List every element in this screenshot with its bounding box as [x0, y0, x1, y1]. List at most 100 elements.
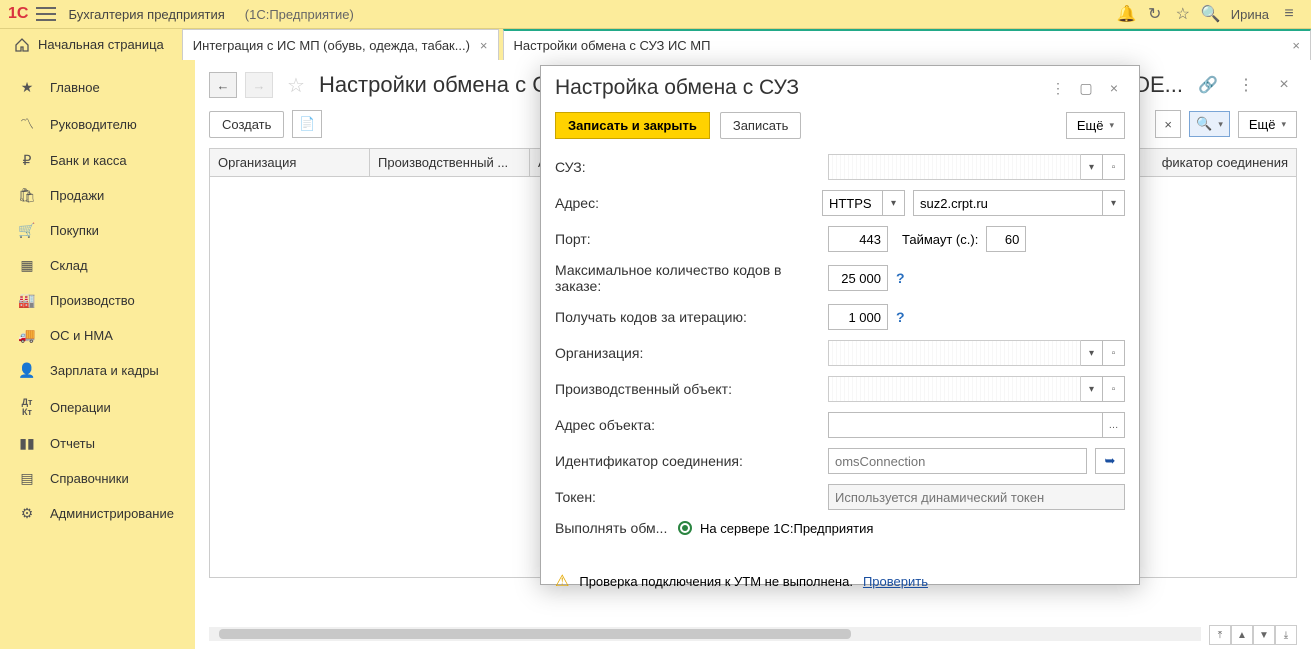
sidebar-item-label: ОС и НМА [50, 328, 113, 343]
list-down-icon[interactable]: ▼ [1253, 625, 1275, 645]
chart-icon: 〽 [18, 114, 36, 134]
tab-home-label: Начальная страница [38, 37, 164, 52]
save-button[interactable]: Записать [720, 112, 802, 139]
app-topbar: 1C Бухгалтерия предприятия (1С:Предприят… [0, 0, 1311, 28]
sidebar: ★Главное 〽Руководителю ₽Банк и касса 🛍Пр… [0, 60, 195, 649]
sidebar-item-refs[interactable]: ▤Справочники [0, 461, 195, 496]
dropdown-icon[interactable]: ▾ [1081, 340, 1103, 366]
search-dropdown-button[interactable]: 🔍▾ [1189, 111, 1230, 137]
truck-icon: 🚚 [18, 327, 36, 344]
close-icon[interactable]: × [1292, 38, 1300, 53]
open-icon[interactable]: ▫ [1103, 154, 1125, 180]
star-icon[interactable]: ☆ [1169, 2, 1197, 26]
link-icon[interactable]: 🔗 [1195, 72, 1221, 98]
maximize-icon[interactable]: ▢ [1075, 77, 1097, 99]
bag-icon: 🛍 [18, 187, 36, 204]
radio-server[interactable] [678, 521, 692, 535]
nav-back-button[interactable]: ← [209, 72, 237, 98]
bell-icon[interactable]: 🔔 [1113, 2, 1141, 26]
prodobj-input[interactable] [828, 376, 1081, 402]
book-icon: ▤ [18, 470, 36, 487]
window-menu-icon[interactable]: ≡ [1275, 2, 1303, 26]
dropdown-icon[interactable]: ▾ [1081, 154, 1103, 180]
sidebar-item-main[interactable]: ★Главное [0, 70, 195, 105]
close-icon[interactable]: × [480, 38, 488, 53]
dialog-suz-settings: Настройка обмена с СУЗ ⋮ ▢ × Записать и … [540, 65, 1140, 585]
history-icon[interactable]: ↻ [1141, 2, 1169, 26]
ellipsis-icon[interactable]: … [1103, 412, 1125, 438]
org-input[interactable] [828, 340, 1081, 366]
sidebar-item-assets[interactable]: 🚚 ОС и НМА [0, 318, 195, 353]
sidebar-item-purchases[interactable]: 🛒Покупки [0, 213, 195, 248]
list-bottom-icon[interactable]: ⤓ [1275, 625, 1297, 645]
check-link[interactable]: Проверить [863, 574, 928, 589]
sidebar-item-bank[interactable]: ₽Банк и касса [0, 143, 195, 178]
sidebar-item-production[interactable]: 🏭 Производство [0, 283, 195, 318]
tab-home[interactable]: Начальная страница [0, 29, 178, 60]
platform-title: (1С:Предприятие) [245, 7, 354, 22]
address-label: Адрес: [555, 195, 814, 211]
save-and-close-button[interactable]: Записать и закрыть [555, 112, 710, 139]
tab-integration[interactable]: Интеграция с ИС МП (обувь, одежда, табак… [182, 29, 499, 60]
hamburger-icon[interactable] [36, 7, 56, 21]
sidebar-item-label: Склад [50, 258, 88, 273]
search-icon[interactable]: 🔍 [1197, 2, 1225, 26]
list-up-icon[interactable]: ▲ [1231, 625, 1253, 645]
horizontal-scrollbar[interactable] [209, 627, 1201, 641]
suz-input[interactable] [828, 154, 1081, 180]
dropdown-icon[interactable]: ▾ [1103, 190, 1125, 216]
sidebar-item-reports[interactable]: ▮▮Отчеты [0, 426, 195, 461]
open-icon[interactable]: ▫ [1103, 376, 1125, 402]
port-input[interactable] [828, 226, 888, 252]
help-icon[interactable]: ? [896, 270, 905, 286]
sidebar-item-warehouse[interactable]: ▦Склад [0, 248, 195, 283]
refresh-connid-button[interactable]: ➥ [1095, 448, 1125, 474]
timeout-label: Таймаут (с.): [902, 232, 978, 247]
copy-button[interactable]: 📄 [292, 110, 322, 138]
tab-integration-label: Интеграция с ИС МП (обувь, одежда, табак… [193, 38, 470, 53]
open-icon[interactable]: ▫ [1103, 340, 1125, 366]
home-icon [14, 37, 30, 53]
help-icon[interactable]: ? [896, 309, 905, 325]
objaddr-input[interactable] [828, 412, 1103, 438]
connid-input[interactable] [828, 448, 1087, 474]
host-input[interactable] [913, 190, 1103, 216]
sidebar-item-label: Операции [50, 400, 111, 415]
dialog-more-button[interactable]: Ещё▾ [1066, 112, 1125, 139]
warning-text: Проверка подключения к УТМ не выполнена. [579, 574, 853, 589]
list-top-icon[interactable]: ⤒ [1209, 625, 1231, 645]
sidebar-item-operations[interactable]: ДтКт Операции [0, 388, 195, 426]
timeout-input[interactable] [986, 226, 1026, 252]
gear-icon: ⚙ [18, 505, 36, 522]
kebab-icon[interactable]: ⋮ [1047, 77, 1069, 99]
sidebar-item-label: Покупки [50, 223, 99, 238]
favorite-star-icon[interactable]: ☆ [287, 73, 305, 98]
nav-forward-button[interactable]: → [245, 72, 273, 98]
more-button[interactable]: Ещё▾ [1238, 111, 1297, 138]
warning-icon: ⚠ [555, 571, 569, 591]
protocol-select[interactable] [822, 190, 883, 216]
factory-icon: 🏭 [18, 292, 36, 309]
sidebar-item-admin[interactable]: ⚙Администрирование [0, 496, 195, 531]
sidebar-item-manager[interactable]: 〽Руководителю [0, 105, 195, 143]
user-name[interactable]: Ирина [1225, 7, 1275, 22]
close-icon[interactable]: × [1103, 77, 1125, 99]
create-button[interactable]: Создать [209, 111, 284, 138]
clear-button[interactable]: × [1155, 110, 1181, 138]
sidebar-item-label: Производство [50, 293, 135, 308]
connid-label: Идентификатор соединения: [555, 453, 820, 469]
dtkt-icon: ДтКт [18, 397, 36, 417]
exec-label: Выполнять обм... [555, 520, 670, 536]
maxcodes-input[interactable] [828, 265, 888, 291]
sidebar-item-hr[interactable]: 👤Зарплата и кадры [0, 353, 195, 388]
tab-suz-settings[interactable]: Настройки обмена с СУЗ ИС МП × [503, 29, 1311, 60]
kebab-icon[interactable]: ⋮ [1233, 72, 1259, 98]
iter-input[interactable] [828, 304, 888, 330]
column-prod[interactable]: Производственный ... [370, 149, 530, 176]
dropdown-icon[interactable]: ▾ [1081, 376, 1103, 402]
sidebar-item-sales[interactable]: 🛍Продажи [0, 178, 195, 213]
column-org[interactable]: Организация [210, 149, 370, 176]
ruble-icon: ₽ [18, 152, 36, 169]
dropdown-icon[interactable]: ▾ [883, 190, 905, 216]
close-icon[interactable]: × [1271, 72, 1297, 98]
